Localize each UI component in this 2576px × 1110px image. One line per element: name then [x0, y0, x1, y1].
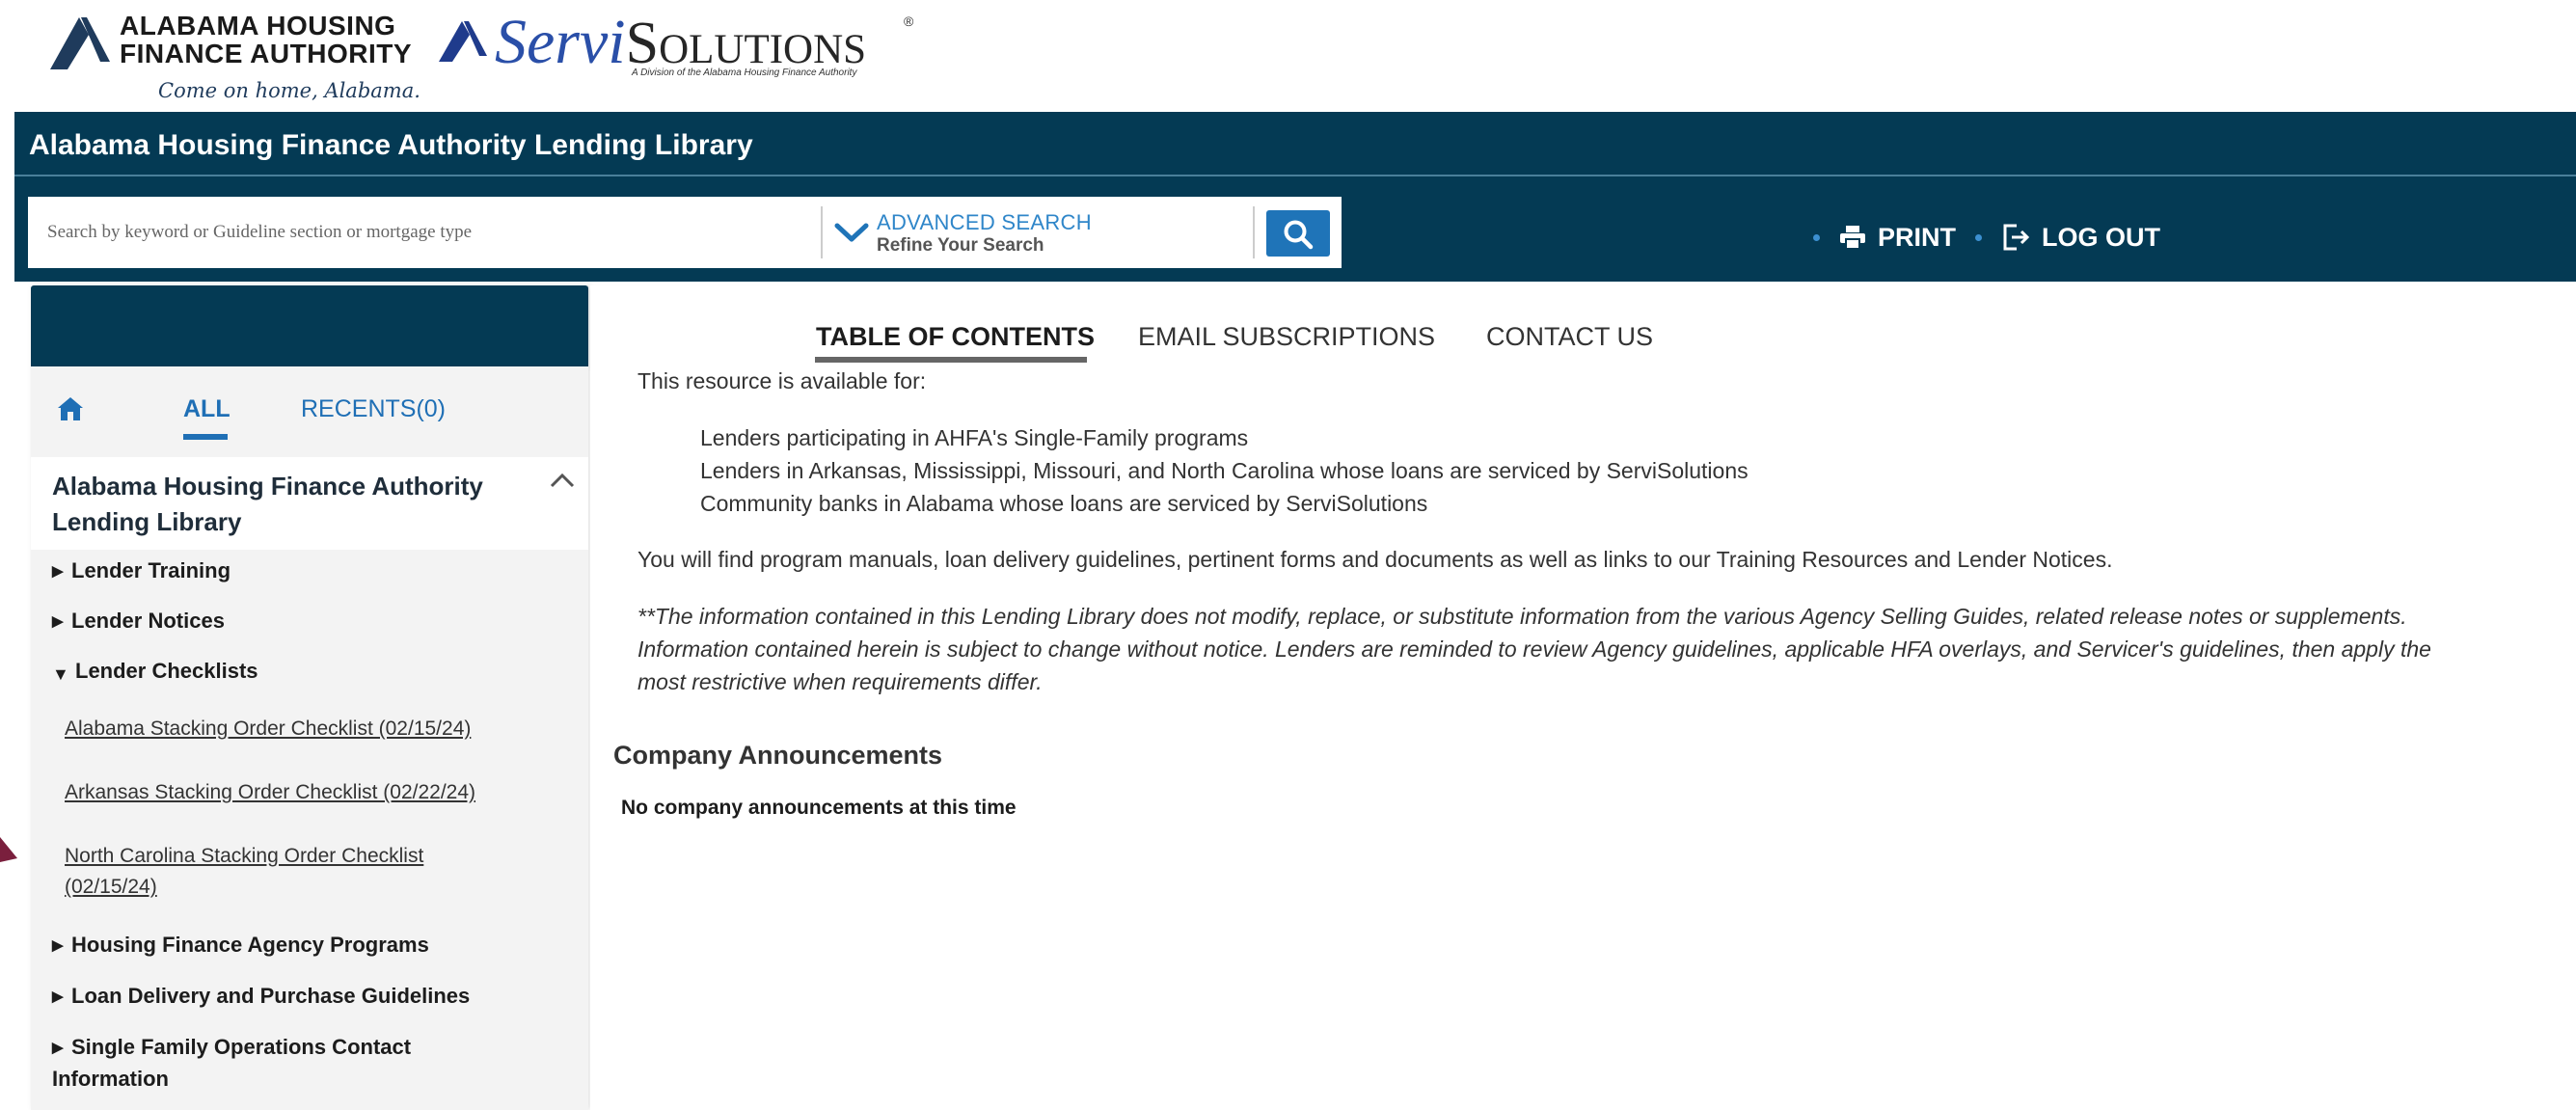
library-header[interactable]: Alabama Housing Finance Authority Lendin…	[31, 457, 588, 550]
sidebar-body: ALL RECENTS(0) Alabama Housing Finance A…	[31, 366, 588, 1110]
announcements-empty-text: No company announcements at this time	[621, 797, 1017, 819]
advanced-search-sublabel: Refine Your Search	[877, 235, 1044, 256]
disclaimer-text: **The information contained in this Lend…	[637, 604, 2431, 694]
intro-text: This resource is available for:	[637, 368, 927, 393]
ahfa-roof-icon	[50, 17, 110, 69]
checklist-link-arkansas[interactable]: Arkansas Stacking Order Checklist (02/22…	[65, 777, 518, 808]
divider	[1253, 206, 1255, 258]
announcements-heading: Company Announcements	[613, 741, 943, 770]
utility-links: PRINT LOG OUT	[1794, 218, 2160, 257]
ahfa-tagline: Come on home, Alabama.	[158, 79, 420, 102]
registered-mark: ®	[904, 14, 914, 29]
logout-icon	[2003, 224, 2030, 251]
search-icon	[1284, 220, 1314, 250]
print-icon	[1840, 226, 1865, 250]
triangle-right-icon: ▶	[52, 1040, 64, 1056]
chevron-down-icon	[834, 223, 869, 242]
main-tab-bar: TABLE OF CONTENTS EMAIL SUBSCRIPTIONS CO…	[590, 285, 2576, 366]
advanced-search-label: ADVANCED SEARCH	[877, 210, 1092, 234]
tab-all[interactable]: ALL	[183, 395, 230, 423]
servi-roof-icon	[439, 21, 487, 62]
home-icon[interactable]	[56, 395, 85, 422]
sidebar-tabs: ALL RECENTS(0)	[31, 366, 588, 453]
tab-contact-us[interactable]: CONTACT US	[1486, 322, 1653, 352]
logout-button[interactable]: LOG OUT	[2001, 223, 2160, 253]
header-divider	[14, 175, 2576, 176]
print-button[interactable]: PRINT	[1839, 223, 1956, 253]
sidebar: ALL RECENTS(0) Alabama Housing Finance A…	[31, 285, 588, 1110]
arrow-pointer-icon	[0, 837, 17, 862]
bullet	[1975, 233, 1982, 241]
logout-label: LOG OUT	[2042, 222, 2160, 252]
triangle-down-icon: ▼	[52, 664, 69, 684]
tab-table-of-contents[interactable]: TABLE OF CONTENTS	[816, 322, 1095, 352]
header-band: Alabama Housing Finance Authority Lendin…	[14, 112, 2576, 282]
sidebar-item-loan-delivery[interactable]: ▶ Loan Delivery and Purchase Guidelines	[52, 981, 470, 1013]
active-tab-indicator	[815, 357, 1087, 363]
audience-item: Lenders in Arkansas, Mississippi, Missou…	[700, 458, 1749, 483]
checklist-link-alabama[interactable]: Alabama Stacking Order Checklist (02/15/…	[65, 714, 518, 745]
search-button[interactable]	[1266, 210, 1330, 257]
triangle-right-icon: ▶	[52, 563, 64, 580]
chevron-up-icon[interactable]	[550, 473, 575, 488]
summary-text: You will find program manuals, loan deli…	[637, 547, 2113, 572]
print-label: PRINT	[1878, 222, 1956, 252]
ahfa-name: ALABAMA HOUSING FINANCE AUTHORITY	[120, 11, 413, 68]
sidebar-item-lender-training[interactable]: ▶ Lender Training	[52, 555, 230, 587]
logo-bar: ALABAMA HOUSING FINANCE AUTHORITY Come o…	[0, 0, 2576, 112]
tab-recents[interactable]: RECENTS(0)	[301, 395, 446, 423]
ahfa-logo[interactable]: ALABAMA HOUSING FINANCE AUTHORITY Come o…	[50, 10, 436, 106]
triangle-right-icon: ▶	[52, 613, 64, 630]
triangle-right-icon: ▶	[52, 988, 64, 1005]
checklist-link-north-carolina[interactable]: North Carolina Stacking Order Checklist …	[65, 841, 489, 903]
search-bar: ADVANCED SEARCH Refine Your Search	[28, 197, 1342, 268]
sidebar-item-hfa-programs[interactable]: ▶ Housing Finance Agency Programs	[52, 930, 429, 961]
audience-item: Community banks in Alabama whose loans a…	[700, 491, 1428, 516]
search-input[interactable]	[28, 197, 819, 268]
divider	[821, 206, 823, 258]
library-title: Alabama Housing Finance Authority Lendin…	[52, 472, 483, 536]
servisolutions-subtitle: A Division of the Alabama Housing Financ…	[632, 68, 857, 78]
servisolutions-logo[interactable]: ServiSolutions ® A Division of the Alaba…	[439, 8, 940, 104]
page-title: Alabama Housing Finance Authority Lendin…	[29, 129, 753, 161]
sidebar-item-contact-information[interactable]: ▶ Single Family Operations Contact Inform…	[52, 1032, 476, 1095]
audience-item: Lenders participating in AHFA's Single-F…	[700, 425, 1249, 450]
sidebar-item-lender-notices[interactable]: ▶ Lender Notices	[52, 606, 225, 637]
sidebar-item-lender-checklists[interactable]: ▼ Lender Checklists	[52, 656, 258, 690]
tab-email-subscriptions[interactable]: EMAIL SUBSCRIPTIONS	[1138, 322, 1435, 352]
triangle-right-icon: ▶	[52, 937, 64, 954]
active-tab-indicator	[183, 434, 228, 440]
main-content: This resource is available for: Lenders …	[590, 366, 2576, 1110]
sidebar-header	[31, 285, 588, 366]
advanced-search-toggle[interactable]: ADVANCED SEARCH Refine Your Search	[834, 206, 1239, 258]
bullet	[1813, 233, 1820, 241]
